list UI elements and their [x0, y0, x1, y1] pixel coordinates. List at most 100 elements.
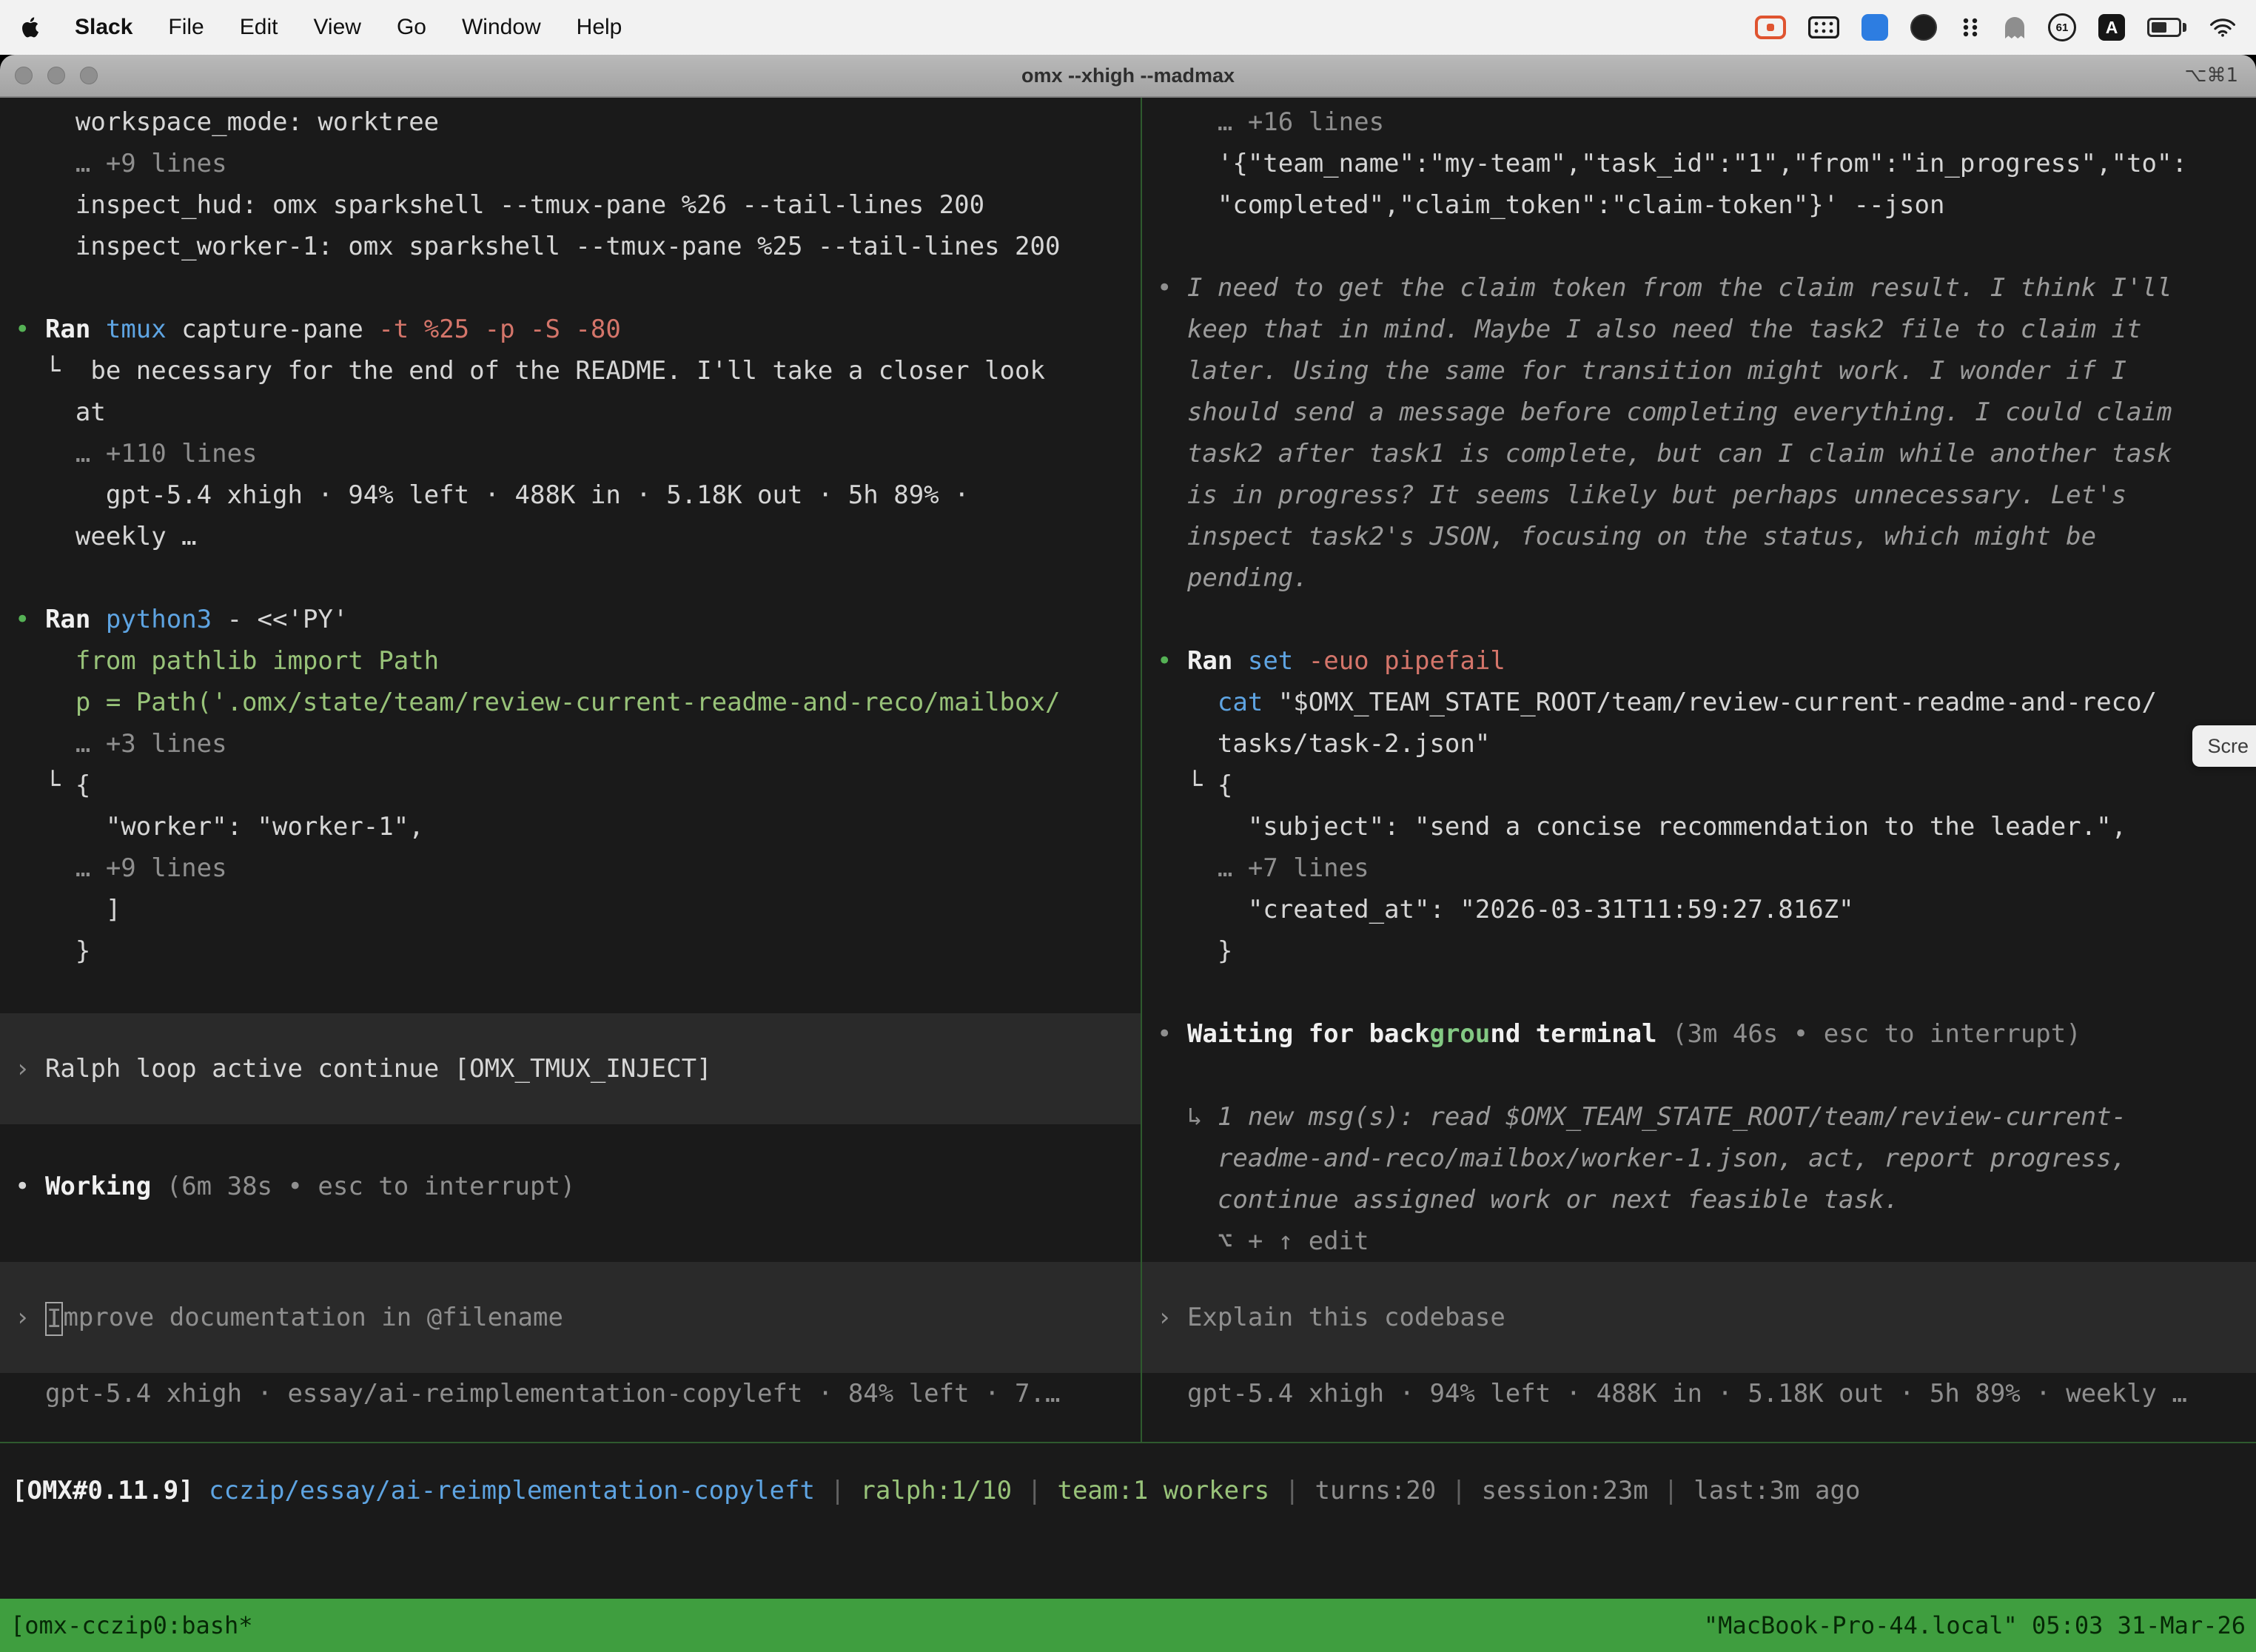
tool-result-line: } — [15, 930, 1141, 972]
close-button[interactable] — [15, 67, 33, 84]
tool-result-line: ] — [15, 889, 1141, 930]
text-segment: (3m 46s • esc to interrupt) — [1657, 1019, 2081, 1049]
traffic-lights — [0, 67, 98, 84]
apple-menu[interactable] — [19, 16, 39, 39]
command-line: • Ran tmux capture-pane -t %25 -p -S -80 — [15, 309, 1141, 350]
battery-nub — [2183, 23, 2186, 32]
prompt-input[interactable]: › Explain this codebase — [1142, 1262, 2256, 1373]
text-segment: • — [15, 605, 45, 634]
text-segment: • — [15, 315, 45, 344]
tmux-session-window-label[interactable]: [omx-cczip0:bash* — [10, 1611, 253, 1639]
command-line: cat "$OMX_TEAM_STATE_ROOT/team/review-cu… — [1157, 682, 2256, 723]
text-segment: Working — [45, 1172, 151, 1201]
text-segment: Ralph loop active continue [OMX_TMUX_INJ… — [45, 1054, 712, 1084]
text-segment: task2 after task1 is complete, but can I… — [1157, 439, 2172, 469]
prompt-input[interactable]: › Improve documentation in @filename — [0, 1262, 1141, 1373]
text-segment: pending. — [1157, 563, 1309, 593]
text-segment: set — [1248, 646, 1293, 676]
keyboard-icon[interactable] — [1808, 16, 1839, 38]
text-segment — [1293, 646, 1308, 676]
text-segment: … +7 lines — [1157, 853, 1369, 883]
wifi-icon[interactable] — [2209, 16, 2237, 38]
omx-hud-bar: [OMX#0.11.9] cczip/essay/ai-reimplementa… — [0, 1442, 2256, 1511]
minimize-button[interactable] — [47, 67, 65, 84]
blank-line — [15, 972, 1141, 1013]
tool-result-line: weekly … — [15, 516, 1141, 557]
tool-result-line: "created_at": "2026-03-31T11:59:27.816Z" — [1157, 889, 2256, 930]
tool-result-line: gpt-5.4 xhigh · 94% left · 488K in · 5.1… — [15, 474, 1141, 516]
text-segment: weekly … — [15, 522, 197, 551]
text-segment: - <<'PY' — [212, 605, 348, 634]
text-segment: [OMX#0.11.9] — [12, 1476, 194, 1505]
input-source-icon[interactable]: A — [2098, 14, 2125, 41]
left-terminal-pane[interactable]: workspace_mode: worktree … +9 lines insp… — [0, 98, 1142, 1442]
text-segment: '{"team_name":"my-team","task_id":"1","f… — [1157, 149, 2187, 178]
text-segment: | — [1436, 1476, 1481, 1505]
output-ellipsis: … +3 lines — [15, 723, 1141, 765]
mailbox-note: ↳ 1 new msg(s): read $OMX_TEAM_STATE_ROO… — [1157, 1096, 2256, 1138]
text-segment: workspace_mode: worktree — [15, 107, 439, 137]
menu-edit[interactable]: Edit — [240, 15, 278, 40]
text-segment: I — [45, 1302, 63, 1336]
command-line: from pathlib import Path — [15, 640, 1141, 682]
text-segment: mprove documentation in @filename — [63, 1303, 563, 1332]
dots-grid-icon[interactable] — [1959, 16, 1981, 38]
battery-icon[interactable] — [2147, 18, 2186, 37]
active-app-name[interactable]: Slack — [75, 15, 132, 40]
text-segment: } — [15, 936, 90, 966]
text-segment: team:1 workers — [1057, 1476, 1269, 1505]
text-segment: Ran — [45, 605, 106, 634]
blank-line — [1157, 1055, 2256, 1096]
text-segment: python3 — [106, 605, 212, 634]
text-segment: ] — [15, 895, 121, 924]
blank-line — [1157, 972, 2256, 1013]
battery-percent-gauge-icon[interactable]: 61 — [2048, 13, 2076, 41]
text-segment: capture-pane — [167, 315, 379, 344]
zoom-button[interactable] — [80, 67, 98, 84]
command-line: • Ran set -euo pipefail — [1157, 640, 2256, 682]
tool-result-line: } — [1157, 930, 2256, 972]
queued-message[interactable]: › Ralph loop active continue [OMX_TMUX_I… — [0, 1013, 1141, 1124]
menu-help[interactable]: Help — [577, 15, 622, 40]
blue-app-icon[interactable] — [1861, 14, 1888, 41]
text-segment: "$OMX_TEAM_STATE_ROOT/team/review-curren… — [1263, 688, 2157, 717]
text-segment: "worker": "worker-1", — [15, 812, 424, 842]
text-segment: › — [1157, 1303, 1187, 1332]
text-segment: "subject": "send a concise recommendatio… — [1157, 812, 2126, 842]
menu-view[interactable]: View — [313, 15, 360, 40]
mailbox-note: continue assigned work or next feasible … — [1157, 1179, 2256, 1220]
terminal-window: omx --xhigh --madmax ⌥⌘1 workspace_mode:… — [0, 55, 2256, 1652]
tool-result-line: "subject": "send a concise recommendatio… — [1157, 806, 2256, 847]
text-segment: tmux — [106, 315, 167, 344]
dark-circle-app-icon[interactable] — [1910, 14, 1937, 41]
battery-fill — [2152, 22, 2166, 33]
screen-recording-indicator-icon[interactable] — [1755, 16, 1786, 39]
text-segment: ↳ — [1157, 1102, 1218, 1132]
text-segment: • — [15, 1172, 45, 1201]
right-terminal-pane[interactable]: … +16 lines '{"team_name":"my-team","tas… — [1142, 98, 2256, 1442]
thinking-line: pending. — [1157, 557, 2256, 599]
output-ellipsis: … +16 lines — [1157, 101, 2256, 143]
menu-file[interactable]: File — [168, 15, 204, 40]
text-segment: terminal — [1520, 1019, 1656, 1049]
blank-line — [15, 557, 1141, 599]
text-segment: … +9 lines — [15, 853, 227, 883]
text-segment: 1 new msg(s): read $OMX_TEAM_STATE_ROOT/… — [1218, 1102, 2126, 1132]
text-segment: … +16 lines — [1157, 107, 1384, 137]
output-line: "completed","claim_token":"claim-token"}… — [1157, 184, 2256, 226]
text-segment: | — [1012, 1476, 1057, 1505]
title-bar[interactable]: omx --xhigh --madmax ⌥⌘1 — [0, 55, 2256, 98]
text-segment: gpt-5.4 xhigh · essay/ai-reimplementatio… — [15, 1379, 1060, 1408]
text-segment: at — [15, 397, 106, 427]
text-segment: … +110 lines — [15, 439, 258, 469]
text-segment — [194, 1476, 209, 1505]
ghost-app-icon[interactable] — [2004, 15, 2026, 40]
menu-window[interactable]: Window — [462, 15, 541, 40]
menu-go[interactable]: Go — [397, 15, 426, 40]
text-segment: grou — [1429, 1019, 1490, 1049]
menu-bar: Slack File Edit View Go Window Help 61 A — [0, 0, 2256, 55]
text-segment: | — [1269, 1476, 1315, 1505]
window-title: omx --xhigh --madmax — [0, 64, 2256, 87]
text-segment: inspect task2's JSON, focusing on the st… — [1157, 522, 2096, 551]
text-segment: Waiting for back — [1187, 1019, 1430, 1049]
